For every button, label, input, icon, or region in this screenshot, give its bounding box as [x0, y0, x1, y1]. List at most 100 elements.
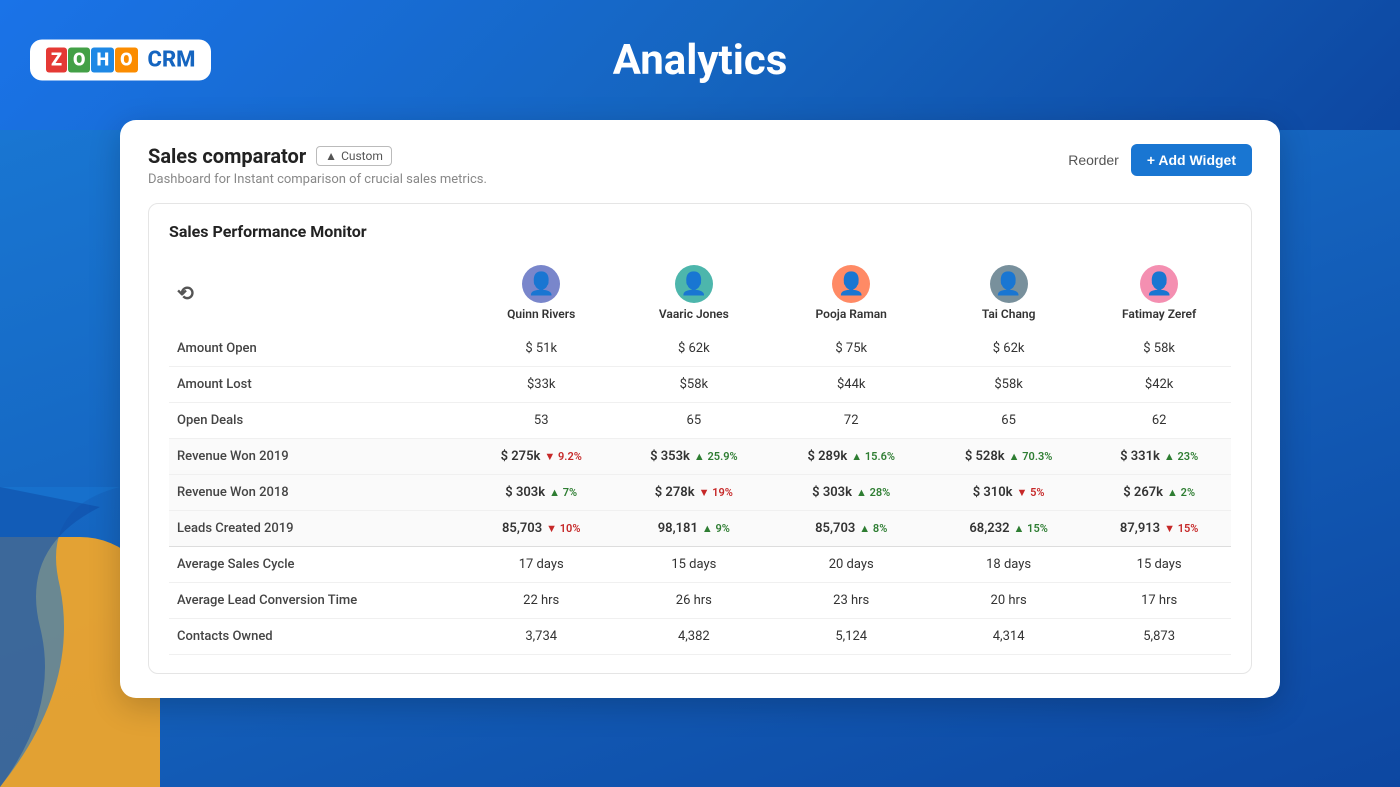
- table-cell: 15 days: [1087, 547, 1231, 583]
- table-cell: 65: [615, 403, 772, 439]
- table-cell: $ 303k▲ 7%: [467, 475, 615, 511]
- row-label: Revenue Won 2019: [169, 439, 467, 475]
- table-cell: 3,734: [467, 619, 615, 655]
- table-cell: 72: [773, 403, 930, 439]
- avatar-pooja: 👤: [832, 265, 870, 303]
- table-cell: $ 303k▲ 28%: [773, 475, 930, 511]
- table-body: Amount Open$ 51k$ 62k$ 75k$ 62k$ 58kAmou…: [169, 331, 1231, 655]
- table-row: Open Deals5365726562: [169, 403, 1231, 439]
- table-cell: 68,232▲ 15%: [930, 511, 1087, 547]
- row-label: Average Sales Cycle: [169, 547, 467, 583]
- table-cell: 98,181▲ 9%: [615, 511, 772, 547]
- logo-area: Z O H O CRM: [30, 40, 211, 81]
- logo-o2: O: [115, 48, 137, 73]
- upload-icon: ▲: [325, 149, 337, 163]
- table-cell: $58k: [930, 367, 1087, 403]
- avatar-quinn: 👤: [522, 265, 560, 303]
- widget-title: Sales Performance Monitor: [169, 222, 1231, 241]
- table-cell: 4,382: [615, 619, 772, 655]
- add-widget-button[interactable]: + Add Widget: [1131, 144, 1252, 176]
- avatar-tai: 👤: [990, 265, 1028, 303]
- header-quinn: 👤 Quinn Rivers: [467, 255, 615, 331]
- header: Z O H O CRM Analytics: [0, 0, 1400, 120]
- table-cell: $ 275k▼ 9.2%: [467, 439, 615, 475]
- table-cell: $ 51k: [467, 331, 615, 367]
- table-row: Average Sales Cycle17 days15 days20 days…: [169, 547, 1231, 583]
- avatar-vaaric: 👤: [675, 265, 713, 303]
- table-cell: $ 278k▼ 19%: [615, 475, 772, 511]
- name-tai: Tai Chang: [982, 307, 1036, 321]
- header-fatimay: 👤 Fatimay Zeref: [1087, 255, 1231, 331]
- widget-container: Sales Performance Monitor ⟲ 👤 Quinn Rive…: [148, 203, 1252, 674]
- crm-text: CRM: [148, 48, 196, 73]
- row-label: Open Deals: [169, 403, 467, 439]
- table-cell: $42k: [1087, 367, 1231, 403]
- table-cell: $58k: [615, 367, 772, 403]
- performance-table: ⟲ 👤 Quinn Rivers 👤 Vaaric Jones: [169, 255, 1231, 655]
- table-cell: 18 days: [930, 547, 1087, 583]
- table-cell: $ 310k▼ 5%: [930, 475, 1087, 511]
- row-label: Average Lead Conversion Time: [169, 583, 467, 619]
- table-cell: $ 62k: [615, 331, 772, 367]
- table-row: Revenue Won 2018$ 303k▲ 7%$ 278k▼ 19%$ 3…: [169, 475, 1231, 511]
- logo-z: Z: [46, 48, 67, 73]
- row-label: Amount Lost: [169, 367, 467, 403]
- table-cell: $ 528k▲ 70.3%: [930, 439, 1087, 475]
- dashboard-header: Sales comparator ▲ Custom Dashboard for …: [148, 144, 1252, 187]
- refresh-icon[interactable]: ⟲: [177, 281, 194, 305]
- table-row: Amount Open$ 51k$ 62k$ 75k$ 62k$ 58k: [169, 331, 1231, 367]
- table-cell: $33k: [467, 367, 615, 403]
- logo-h: H: [91, 48, 114, 73]
- table-cell: 22 hrs: [467, 583, 615, 619]
- table-cell: 53: [467, 403, 615, 439]
- table-cell: $ 267k▲ 2%: [1087, 475, 1231, 511]
- table-row: Leads Created 201985,703▼ 10%98,181▲ 9%8…: [169, 511, 1231, 547]
- table-row: Amount Lost$33k$58k$44k$58k$42k: [169, 367, 1231, 403]
- header-tai: 👤 Tai Chang: [930, 255, 1087, 331]
- table-cell: $ 331k▲ 23%: [1087, 439, 1231, 475]
- table-cell: $44k: [773, 367, 930, 403]
- row-label: Contacts Owned: [169, 619, 467, 655]
- dashboard-title-row: Sales comparator ▲ Custom: [148, 144, 487, 168]
- table-cell: 5,873: [1087, 619, 1231, 655]
- table-cell: $ 353k▲ 25.9%: [615, 439, 772, 475]
- table-cell: 62: [1087, 403, 1231, 439]
- name-quinn: Quinn Rivers: [507, 307, 575, 321]
- table-cell: 5,124: [773, 619, 930, 655]
- table-cell: 20 hrs: [930, 583, 1087, 619]
- table-row: Revenue Won 2019$ 275k▼ 9.2%$ 353k▲ 25.9…: [169, 439, 1231, 475]
- table-cell: 4,314: [930, 619, 1087, 655]
- table-cell: $ 289k▲ 15.6%: [773, 439, 930, 475]
- header-pooja: 👤 Pooja Raman: [773, 255, 930, 331]
- table-cell: 87,913▼ 15%: [1087, 511, 1231, 547]
- header-empty-cell: ⟲: [169, 255, 467, 331]
- header-vaaric: 👤 Vaaric Jones: [615, 255, 772, 331]
- table-cell: 26 hrs: [615, 583, 772, 619]
- dashboard-subtitle: Dashboard for Instant comparison of cruc…: [148, 172, 487, 187]
- custom-badge: ▲ Custom: [316, 146, 392, 166]
- name-vaaric: Vaaric Jones: [659, 307, 729, 321]
- table-cell: $ 75k: [773, 331, 930, 367]
- avatar-fatimay: 👤: [1140, 265, 1178, 303]
- table-cell: 20 days: [773, 547, 930, 583]
- logo-o: O: [68, 48, 90, 73]
- row-label: Leads Created 2019: [169, 511, 467, 547]
- zoho-logo: Z O H O: [46, 48, 138, 73]
- table-cell: 65: [930, 403, 1087, 439]
- dashboard-actions: Reorder + Add Widget: [1068, 144, 1252, 176]
- row-label: Revenue Won 2018: [169, 475, 467, 511]
- page-title: Analytics: [613, 36, 788, 85]
- table-cell: $ 58k: [1087, 331, 1231, 367]
- table-cell: 85,703▼ 10%: [467, 511, 615, 547]
- dashboard-title: Sales comparator: [148, 144, 306, 168]
- table-cell: $ 62k: [930, 331, 1087, 367]
- table-row: Contacts Owned3,7344,3825,1244,3145,873: [169, 619, 1231, 655]
- reorder-button[interactable]: Reorder: [1068, 152, 1119, 168]
- table-cell: 23 hrs: [773, 583, 930, 619]
- table-row: Average Lead Conversion Time22 hrs26 hrs…: [169, 583, 1231, 619]
- table-cell: 17 hrs: [1087, 583, 1231, 619]
- main-content: Sales comparator ▲ Custom Dashboard for …: [120, 120, 1280, 698]
- table-header-row: ⟲ 👤 Quinn Rivers 👤 Vaaric Jones: [169, 255, 1231, 331]
- name-pooja: Pooja Raman: [816, 307, 887, 321]
- table-cell: 85,703▲ 8%: [773, 511, 930, 547]
